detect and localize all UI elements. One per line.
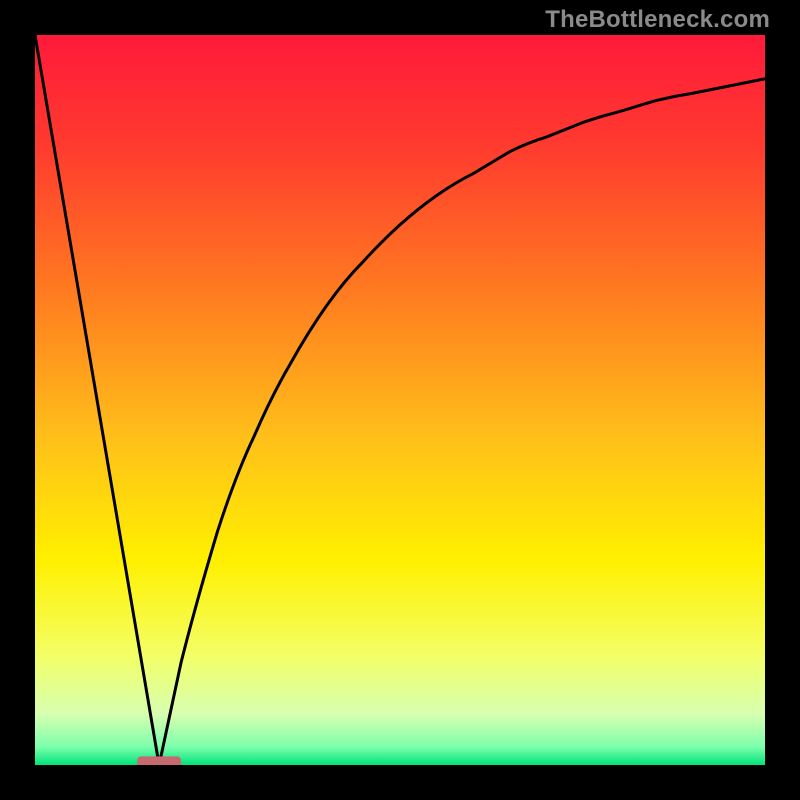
plot-area [35,35,765,765]
optimum-marker [137,756,181,765]
bottleneck-chart [35,35,765,765]
gradient-background [35,35,765,765]
watermark-label: TheBottleneck.com [545,6,770,34]
chart-frame: TheBottleneck.com [0,0,800,800]
